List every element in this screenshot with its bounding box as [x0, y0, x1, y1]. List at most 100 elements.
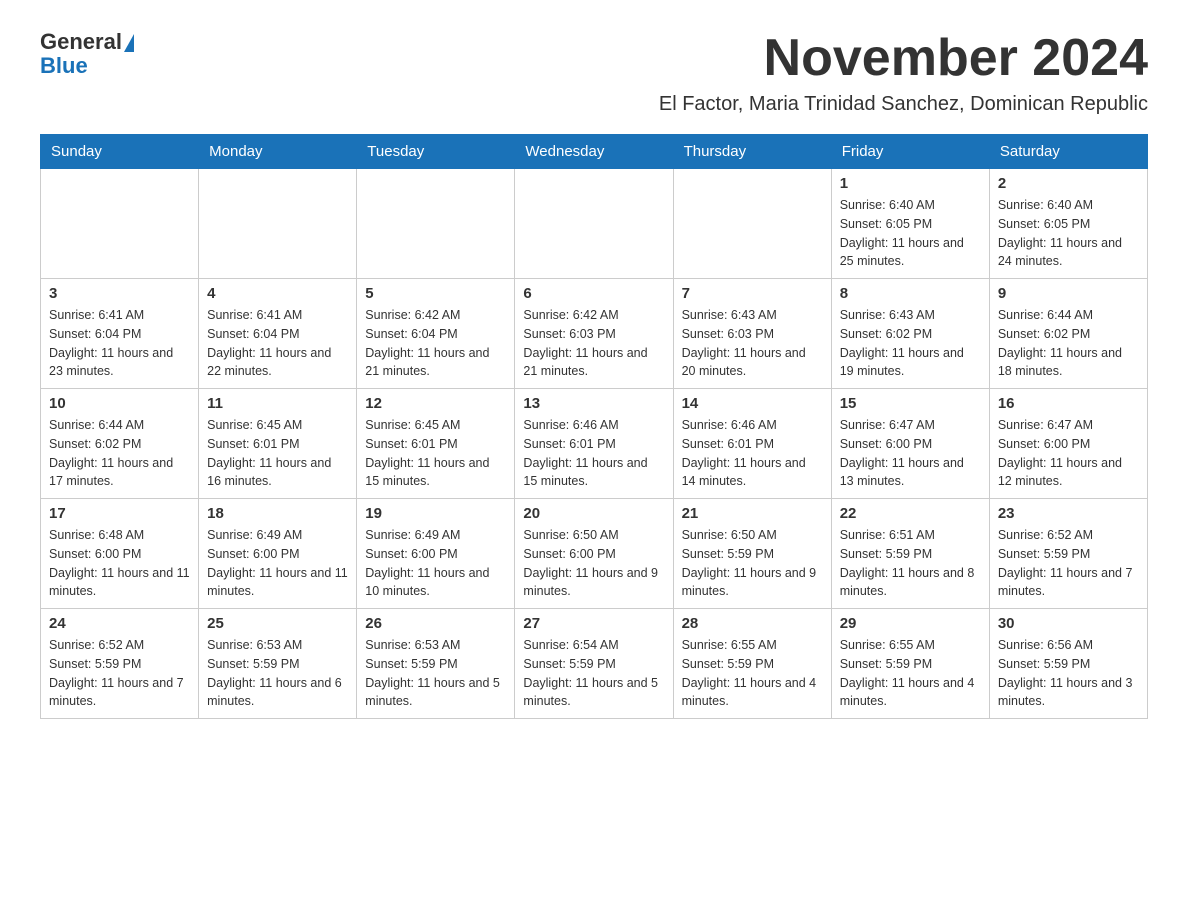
- day-number: 17: [49, 505, 190, 522]
- calendar-cell: 9 Sunrise: 6:44 AMSunset: 6:02 PMDaylight…: [989, 279, 1147, 389]
- day-number: 23: [998, 505, 1139, 522]
- calendar-cell: 14Sunrise: 6:46 AMSunset: 6:01 PMDayligh…: [673, 389, 831, 499]
- location-title: El Factor, Maria Trinidad Sanchez, Domin…: [659, 93, 1148, 116]
- day-number: 10: [49, 395, 190, 412]
- day-number: 26: [365, 615, 506, 632]
- day-number: 14: [682, 395, 823, 412]
- month-title: November 2024: [659, 30, 1148, 87]
- day-number: 24: [49, 615, 190, 632]
- calendar-cell: 27Sunrise: 6:54 AMSunset: 5:59 PMDayligh…: [515, 609, 673, 719]
- calendar-table: SundayMondayTuesdayWednesdayThursdayFrid…: [40, 134, 1148, 719]
- weekday-header-saturday: Saturday: [989, 135, 1147, 169]
- weekday-header-monday: Monday: [199, 135, 357, 169]
- day-info: Sunrise: 6:41 AMSunset: 6:04 PMDaylight:…: [207, 306, 348, 381]
- calendar-cell: 18 Sunrise: 6:49 AMSunset: 6:00 PMDayligh…: [199, 499, 357, 609]
- calendar-cell: 29 Sunrise: 6:55 AMSunset: 5:59 PMDayligh…: [831, 609, 989, 719]
- calendar-cell: 19Sunrise: 6:49 AMSunset: 6:00 PMDayligh…: [357, 499, 515, 609]
- day-info: Sunrise: 6:53 AMSunset: 5:59 PMDaylight:…: [365, 636, 506, 711]
- day-info: Sunrise: 6:44 AMSunset: 6:02 PMDaylight:…: [998, 306, 1139, 381]
- day-number: 6: [523, 285, 664, 302]
- day-number: 12: [365, 395, 506, 412]
- day-info: Sunrise: 6:52 AMSunset: 5:59 PMDaylight:…: [49, 636, 190, 711]
- day-info: Sunrise: 6:50 AMSunset: 6:00 PMDaylight:…: [523, 526, 664, 601]
- calendar-cell: [357, 169, 515, 279]
- day-number: 21: [682, 505, 823, 522]
- day-number: 18: [207, 505, 348, 522]
- page-header: General Blue November 2024 El Factor, Ma…: [40, 30, 1148, 116]
- day-number: 3: [49, 285, 190, 302]
- week-row-1: 1Sunrise: 6:40 AMSunset: 6:05 PMDaylight…: [41, 169, 1148, 279]
- day-info: Sunrise: 6:49 AMSunset: 6:00 PMDaylight:…: [207, 526, 348, 601]
- calendar-cell: 21 Sunrise: 6:50 AMSunset: 5:59 PMDayligh…: [673, 499, 831, 609]
- day-info: Sunrise: 6:49 AMSunset: 6:00 PMDaylight:…: [365, 526, 506, 601]
- logo: General Blue: [40, 30, 134, 78]
- calendar-cell: 20 Sunrise: 6:50 AMSunset: 6:00 PMDayligh…: [515, 499, 673, 609]
- calendar-cell: 8Sunrise: 6:43 AMSunset: 6:02 PMDaylight…: [831, 279, 989, 389]
- calendar-cell: [199, 169, 357, 279]
- calendar-cell: [673, 169, 831, 279]
- day-info: Sunrise: 6:41 AMSunset: 6:04 PMDaylight:…: [49, 306, 190, 381]
- week-row-5: 24 Sunrise: 6:52 AMSunset: 5:59 PMDayligh…: [41, 609, 1148, 719]
- logo-triangle-icon: [124, 34, 134, 52]
- calendar-cell: 16 Sunrise: 6:47 AMSunset: 6:00 PMDayligh…: [989, 389, 1147, 499]
- calendar-cell: 25 Sunrise: 6:53 AMSunset: 5:59 PMDayligh…: [199, 609, 357, 719]
- day-info: Sunrise: 6:46 AMSunset: 6:01 PMDaylight:…: [523, 416, 664, 491]
- day-number: 28: [682, 615, 823, 632]
- calendar-cell: 11Sunrise: 6:45 AMSunset: 6:01 PMDayligh…: [199, 389, 357, 499]
- day-number: 11: [207, 395, 348, 412]
- calendar-cell: 13 Sunrise: 6:46 AMSunset: 6:01 PMDayligh…: [515, 389, 673, 499]
- day-number: 13: [523, 395, 664, 412]
- day-info: Sunrise: 6:42 AMSunset: 6:04 PMDaylight:…: [365, 306, 506, 381]
- calendar-cell: 15 Sunrise: 6:47 AMSunset: 6:00 PMDayligh…: [831, 389, 989, 499]
- day-number: 30: [998, 615, 1139, 632]
- day-info: Sunrise: 6:43 AMSunset: 6:03 PMDaylight:…: [682, 306, 823, 381]
- day-info: Sunrise: 6:45 AMSunset: 6:01 PMDaylight:…: [365, 416, 506, 491]
- day-info: Sunrise: 6:53 AMSunset: 5:59 PMDaylight:…: [207, 636, 348, 711]
- day-number: 29: [840, 615, 981, 632]
- day-number: 25: [207, 615, 348, 632]
- day-info: Sunrise: 6:50 AMSunset: 5:59 PMDaylight:…: [682, 526, 823, 601]
- day-number: 16: [998, 395, 1139, 412]
- calendar-cell: 4 Sunrise: 6:41 AMSunset: 6:04 PMDaylight…: [199, 279, 357, 389]
- calendar-cell: 23 Sunrise: 6:52 AMSunset: 5:59 PMDayligh…: [989, 499, 1147, 609]
- calendar-cell: 2Sunrise: 6:40 AMSunset: 6:05 PMDaylight…: [989, 169, 1147, 279]
- day-number: 2: [998, 175, 1139, 192]
- day-info: Sunrise: 6:55 AMSunset: 5:59 PMDaylight:…: [682, 636, 823, 711]
- calendar-cell: 6 Sunrise: 6:42 AMSunset: 6:03 PMDaylight…: [515, 279, 673, 389]
- calendar-cell: 3 Sunrise: 6:41 AMSunset: 6:04 PMDaylight…: [41, 279, 199, 389]
- weekday-header-row: SundayMondayTuesdayWednesdayThursdayFrid…: [41, 135, 1148, 169]
- calendar-cell: 10Sunrise: 6:44 AMSunset: 6:02 PMDayligh…: [41, 389, 199, 499]
- weekday-header-friday: Friday: [831, 135, 989, 169]
- week-row-2: 3 Sunrise: 6:41 AMSunset: 6:04 PMDaylight…: [41, 279, 1148, 389]
- calendar-cell: [41, 169, 199, 279]
- day-info: Sunrise: 6:42 AMSunset: 6:03 PMDaylight:…: [523, 306, 664, 381]
- day-number: 1: [840, 175, 981, 192]
- calendar-cell: 1Sunrise: 6:40 AMSunset: 6:05 PMDaylight…: [831, 169, 989, 279]
- day-info: Sunrise: 6:47 AMSunset: 6:00 PMDaylight:…: [840, 416, 981, 491]
- day-number: 22: [840, 505, 981, 522]
- calendar-cell: 12 Sunrise: 6:45 AMSunset: 6:01 PMDayligh…: [357, 389, 515, 499]
- logo-blue-text: Blue: [40, 54, 134, 78]
- day-info: Sunrise: 6:47 AMSunset: 6:00 PMDaylight:…: [998, 416, 1139, 491]
- day-number: 9: [998, 285, 1139, 302]
- calendar-cell: 24 Sunrise: 6:52 AMSunset: 5:59 PMDayligh…: [41, 609, 199, 719]
- weekday-header-tuesday: Tuesday: [357, 135, 515, 169]
- calendar-cell: 30 Sunrise: 6:56 AMSunset: 5:59 PMDayligh…: [989, 609, 1147, 719]
- title-area: November 2024 El Factor, Maria Trinidad …: [659, 30, 1148, 116]
- calendar-cell: 7Sunrise: 6:43 AMSunset: 6:03 PMDaylight…: [673, 279, 831, 389]
- day-info: Sunrise: 6:52 AMSunset: 5:59 PMDaylight:…: [998, 526, 1139, 601]
- day-number: 4: [207, 285, 348, 302]
- day-info: Sunrise: 6:56 AMSunset: 5:59 PMDaylight:…: [998, 636, 1139, 711]
- day-number: 20: [523, 505, 664, 522]
- week-row-3: 10Sunrise: 6:44 AMSunset: 6:02 PMDayligh…: [41, 389, 1148, 499]
- calendar-cell: 5 Sunrise: 6:42 AMSunset: 6:04 PMDaylight…: [357, 279, 515, 389]
- logo-general-text: General: [40, 29, 122, 54]
- day-info: Sunrise: 6:55 AMSunset: 5:59 PMDaylight:…: [840, 636, 981, 711]
- day-number: 5: [365, 285, 506, 302]
- calendar-cell: 26 Sunrise: 6:53 AMSunset: 5:59 PMDayligh…: [357, 609, 515, 719]
- day-number: 27: [523, 615, 664, 632]
- day-number: 15: [840, 395, 981, 412]
- day-info: Sunrise: 6:51 AMSunset: 5:59 PMDaylight:…: [840, 526, 981, 601]
- day-number: 8: [840, 285, 981, 302]
- calendar-cell: 17Sunrise: 6:48 AMSunset: 6:00 PMDayligh…: [41, 499, 199, 609]
